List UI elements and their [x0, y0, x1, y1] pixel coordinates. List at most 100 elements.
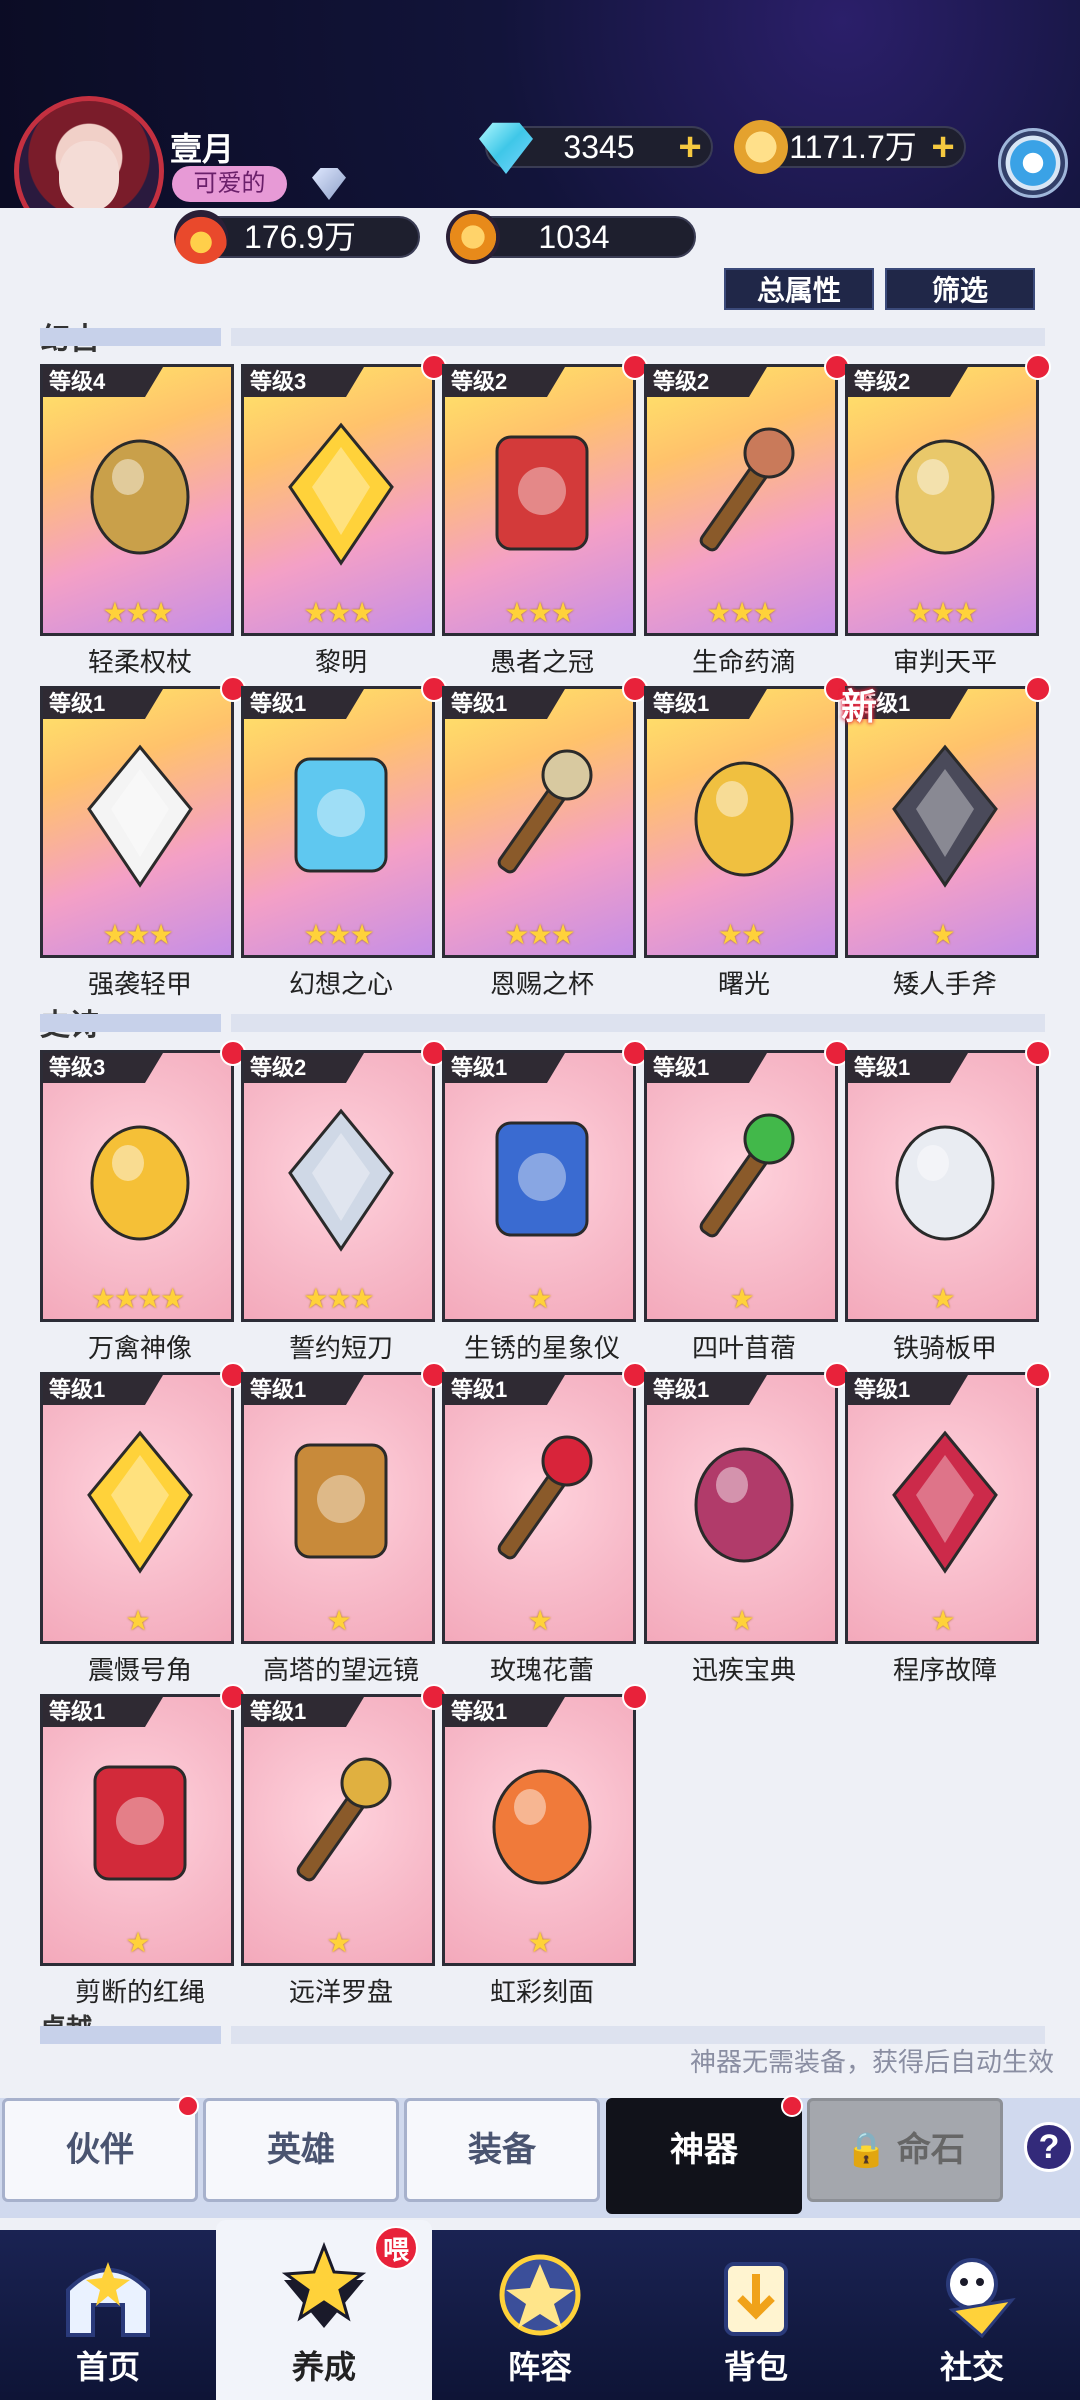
star-rating: ★: [527, 1927, 552, 1958]
bag-icon: [724, 2262, 788, 2336]
artifact-card-frame: 等级2 ★★★: [845, 364, 1039, 636]
artifact-name: 铁骑板甲: [892, 1333, 997, 1363]
artifact-card-frame: 等级3 ★★★: [241, 364, 435, 636]
notification-dot: [1025, 1362, 1051, 1388]
tab-artifact[interactable]: 神器: [606, 2095, 803, 2214]
artifact-card[interactable]: 等级1 ★ 远洋罗盘: [241, 1684, 447, 2007]
artifact-card[interactable]: 等级1 ★★★ 幻想之心: [241, 676, 447, 999]
artifact-name: 剪断的红绳: [74, 1977, 205, 2007]
star-rating: ★★★: [706, 597, 777, 628]
artifact-card[interactable]: 等级1 ★ 迅疾宝典: [644, 1362, 850, 1685]
artifact-card-frame: 等级1 ★: [442, 1372, 636, 1644]
artifact-name: 迅疾宝典: [691, 1655, 796, 1685]
artifact-card[interactable]: 等级1 ★ 程序故障: [845, 1362, 1051, 1685]
star-rating: ★: [125, 1927, 150, 1958]
artifact-card[interactable]: 等级1 ★ 震慑号角: [40, 1362, 246, 1685]
artifact-name: 幻想之心: [288, 969, 393, 999]
level-label: 等级1: [445, 689, 565, 719]
train-star-icon: [281, 2241, 367, 2328]
level-label: 等级1: [445, 1053, 565, 1083]
level-label: 等级1: [244, 1375, 364, 1405]
artifact-card-frame: 等级2 ★★★: [644, 364, 838, 636]
tab-equipment[interactable]: 装备: [404, 2098, 600, 2202]
artifact-card[interactable]: 等级1 ★★★ 强袭轻甲: [40, 676, 246, 999]
artifact-card-frame: 等级1 ★: [644, 1050, 838, 1322]
star-rating: ★★★: [303, 597, 374, 628]
artifact-card[interactable]: 等级1 ★ 四叶苜蓿: [644, 1040, 850, 1363]
nav-social[interactable]: 社交: [864, 2230, 1080, 2400]
artifact-card-frame: 等级1 ★: [241, 1694, 435, 1966]
star-rating: ★: [527, 1283, 552, 1314]
nav-lineup[interactable]: 阵容: [432, 2230, 648, 2400]
artifact-card-frame: 等级1 ★★★: [40, 686, 234, 958]
artifact-name: 生锈的星象仪: [463, 1333, 620, 1363]
artifact-card[interactable]: 等级3 ★★★ 黎明: [241, 354, 447, 677]
star-value: 1034: [538, 219, 610, 255]
nav-train[interactable]: 喂 养成: [216, 2220, 432, 2400]
level-label: 等级2: [244, 1053, 364, 1083]
artifact-card[interactable]: 等级3 ★★★★ 万禽神像: [40, 1040, 246, 1363]
artifact-card[interactable]: 等级1 ★ 玫瑰花蕾: [442, 1362, 648, 1685]
level-label: 等级1: [848, 1053, 968, 1083]
level-label: 等级1: [43, 1697, 163, 1727]
total-attributes-button[interactable]: 总属性: [724, 268, 874, 310]
artifact-card[interactable]: 等级1 ★ 铁骑板甲: [845, 1040, 1051, 1363]
artifact-name: 恩赐之杯: [489, 969, 594, 999]
tab-lifestone[interactable]: 🔒 命石: [807, 2098, 1003, 2202]
star-rating: ★: [729, 1283, 754, 1314]
tab-hero[interactable]: 英雄: [203, 2098, 399, 2202]
artifact-card[interactable]: 等级2 ★★★ 审判天平: [845, 354, 1051, 677]
help-icon[interactable]: ?: [1024, 2122, 1074, 2172]
artifact-name: 生命药滴: [691, 647, 796, 677]
artifact-name: 曙光: [717, 969, 770, 999]
tab-hero-label: 英雄: [267, 2131, 335, 2169]
tab-artifact-label: 神器: [670, 2131, 738, 2169]
add-gold-button[interactable]: +: [928, 127, 958, 167]
level-label: 等级1: [445, 1375, 565, 1405]
star-rating: ★: [326, 1927, 351, 1958]
artifact-card-frame: 等级2 ★★★: [241, 1050, 435, 1322]
star-energy-icon: [446, 210, 500, 264]
artifact-card[interactable]: 等级1 ★ 虹彩刻面: [442, 1684, 648, 2007]
nav-bag[interactable]: 背包: [648, 2230, 864, 2400]
artifact-card-frame: 等级1 ★★: [644, 686, 838, 958]
artifact-card[interactable]: 等级1 ★★★ 恩赐之杯: [442, 676, 648, 999]
notification-dot: [781, 2095, 803, 2117]
home-icon: [66, 2262, 150, 2337]
star-rating: ★: [326, 1605, 351, 1636]
artifact-card-frame: 等级1 ★: [845, 1050, 1039, 1322]
nav-social-label: 社交: [939, 2349, 1004, 2385]
tab-lifestone-label: 命石: [896, 2131, 965, 2169]
artifact-card-frame: 等级3 ★★★★: [40, 1050, 234, 1322]
artifact-name: 玫瑰花蕾: [489, 1655, 594, 1685]
level-label: 等级2: [445, 367, 565, 397]
filter-button[interactable]: 筛选: [885, 268, 1035, 310]
nav-home[interactable]: 首页: [0, 2230, 216, 2400]
lock-icon: 🔒: [845, 2131, 888, 2169]
lineup-icon: [499, 2254, 581, 2336]
artifact-card[interactable]: 等级1 ★ 生锈的星象仪: [442, 1040, 648, 1363]
star-rating: ★: [729, 1605, 754, 1636]
artifact-card[interactable]: 等级2 ★★★ 生命药滴: [644, 354, 850, 677]
title-badge[interactable]: 可爱的: [172, 166, 287, 202]
artifact-name: 审判天平: [892, 647, 997, 677]
artifact-name: 程序故障: [892, 1655, 997, 1685]
power-value: 176.9万: [243, 219, 357, 255]
player-header: 壹月 可爱的 3345 + 1171.7万 + 176.9万 1034: [0, 0, 1080, 264]
artifact-card[interactable]: 等级4 ★★★ 轻柔权杖: [40, 364, 240, 677]
artifact-card-frame: 等级1 ★: [644, 1372, 838, 1644]
nav-lineup-label: 阵容: [507, 2349, 572, 2385]
artifact-card[interactable]: 等级1 ★★ 曙光: [644, 676, 850, 999]
level-label: 等级1: [647, 689, 767, 719]
tab-partner[interactable]: 伙伴: [2, 2095, 199, 2202]
artifact-card[interactable]: 等级1 ★ 高塔的望远镜: [241, 1362, 447, 1685]
nav-home-label: 首页: [75, 2349, 140, 2385]
artifact-card[interactable]: 等级2 ★★★ 誓约短刀: [241, 1040, 447, 1363]
settings-gear-icon[interactable]: [998, 128, 1068, 198]
artifact-card[interactable]: 等级1 ★ 剪断的红绳: [40, 1684, 246, 2007]
artifact-card[interactable]: 等级2 ★★★ 愚者之冠: [442, 354, 648, 677]
gold-coin-icon: [734, 120, 788, 174]
nav-bag-label: 背包: [723, 2349, 788, 2385]
add-diamond-button[interactable]: +: [675, 127, 705, 167]
artifact-card[interactable]: 等级1 ★ 新 矮人手斧: [841, 676, 1051, 999]
